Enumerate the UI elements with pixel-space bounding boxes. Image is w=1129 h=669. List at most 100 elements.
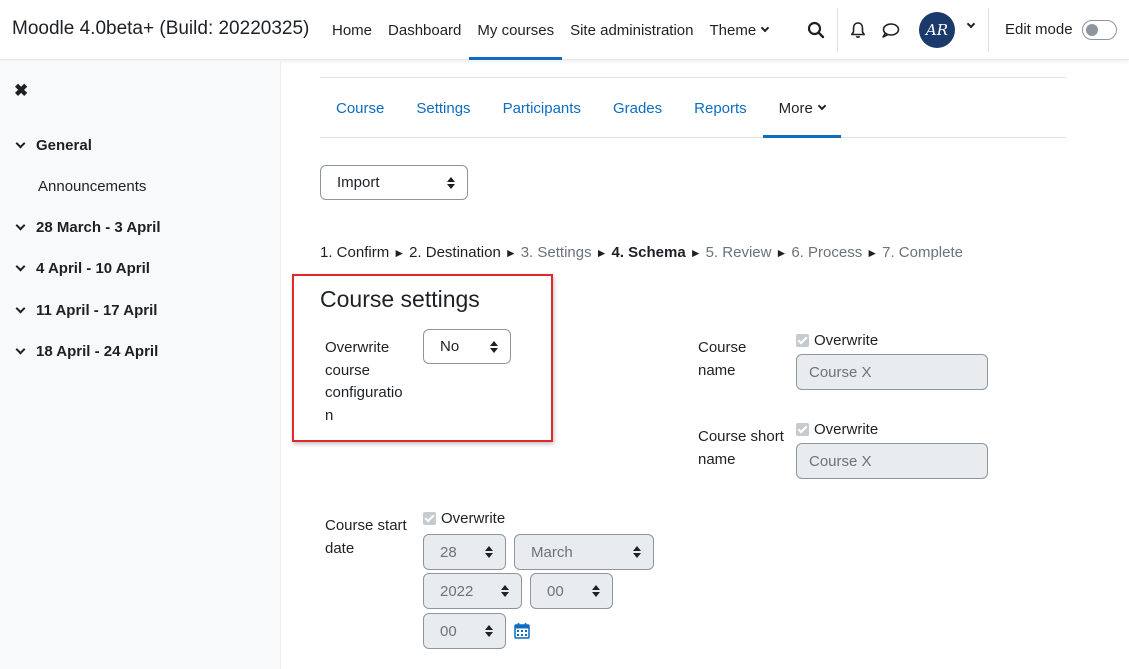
edit-mode-label: Edit mode — [1005, 21, 1073, 38]
chevron-down-icon[interactable] — [15, 344, 26, 354]
edit-mode-toggle[interactable] — [1082, 20, 1117, 40]
label-line: date — [325, 539, 355, 557]
select-arrows-icon — [447, 176, 455, 189]
select-arrows-icon — [485, 625, 493, 637]
start-year-select[interactable]: 2022 — [423, 573, 522, 609]
chevron-down-icon[interactable] — [15, 303, 26, 313]
chevron-down-icon[interactable] — [15, 138, 26, 148]
step-destination: 2. Destination — [409, 244, 501, 261]
course-name-input[interactable]: Course X — [796, 354, 988, 390]
tab-grades[interactable]: Grades — [597, 78, 678, 138]
label-line: n — [325, 406, 334, 424]
step-arrow-icon: ► — [595, 245, 608, 260]
top-navbar: Moodle 4.0beta+ (Build: 20220325) Home D… — [0, 0, 1129, 60]
label-line: Overwrite — [325, 339, 390, 356]
label-line: Course start — [325, 517, 407, 534]
step-arrow-icon: ► — [504, 245, 517, 260]
nav-dashboard[interactable]: Dashboard — [380, 0, 469, 60]
chevron-down-icon[interactable] — [15, 220, 26, 230]
nav-theme-label: Theme — [709, 21, 757, 39]
step-arrow-icon: ► — [866, 245, 879, 260]
search-icon[interactable] — [806, 20, 826, 40]
select-arrows-icon — [633, 546, 641, 558]
action-select-value: Import — [337, 174, 380, 191]
secondary-navigation: Course Settings Participants Grades Repo… — [320, 78, 1066, 138]
chevron-down-icon — [817, 101, 827, 111]
step-confirm: 1. Confirm — [320, 244, 390, 261]
tab-more-label: More — [778, 99, 813, 117]
chevron-down-icon[interactable] — [15, 261, 26, 271]
start-minute-value: 00 — [440, 622, 457, 640]
nav-site-administration[interactable]: Site administration — [562, 0, 701, 60]
course-name-overwrite-checkbox[interactable]: Overwrite — [796, 332, 878, 349]
nav-theme[interactable]: Theme — [702, 0, 777, 60]
label-line: Course — [698, 339, 747, 356]
drawer-section-label: 4 April - 10 April — [36, 260, 150, 277]
label-line: name — [698, 361, 736, 379]
overwrite-config-select[interactable]: No — [423, 329, 511, 364]
step-process: 6. Process — [791, 244, 863, 261]
course-short-name-label: Course short name — [698, 426, 784, 471]
tab-participants[interactable]: Participants — [487, 78, 597, 138]
checkbox-checked-icon — [796, 334, 809, 347]
tab-reports[interactable]: Reports — [678, 78, 763, 138]
message-icon[interactable] — [880, 20, 900, 40]
select-arrows-icon — [485, 546, 493, 558]
drawer-item-announcements[interactable]: Announcements — [38, 178, 146, 195]
course-name-label: Course name — [698, 337, 746, 382]
drawer-section-week-4[interactable]: 18 April - 24 April — [15, 343, 158, 360]
drawer-section-label: General — [36, 137, 92, 154]
label-line: name — [698, 450, 736, 468]
course-start-date-overwrite-checkbox[interactable]: Overwrite — [423, 510, 505, 527]
course-short-name-overwrite-checkbox[interactable]: Overwrite — [796, 421, 878, 438]
chevron-down-icon — [760, 23, 770, 33]
label-line: course — [325, 361, 371, 379]
course-start-date-label: Course start date — [325, 515, 407, 560]
site-brand[interactable]: Moodle 4.0beta+ (Build: 20220325) — [12, 18, 309, 40]
step-arrow-icon: ► — [689, 245, 702, 260]
drawer-section-general[interactable]: General — [15, 137, 92, 154]
checkbox-label: Overwrite — [441, 510, 506, 527]
course-index-drawer: ✖ General Announcements 28 March - 3 Apr… — [0, 61, 281, 669]
tab-more[interactable]: More — [762, 78, 841, 138]
course-short-name-value: Course X — [809, 452, 872, 470]
tab-settings[interactable]: Settings — [400, 78, 486, 138]
select-arrows-icon — [592, 585, 600, 597]
start-hour-value: 00 — [547, 582, 564, 600]
label-line: configuratio — [325, 384, 403, 401]
drawer-section-week-2[interactable]: 4 April - 10 April — [15, 260, 150, 277]
action-select[interactable]: Import — [320, 165, 468, 200]
overwrite-config-value: No — [440, 338, 460, 355]
course-name-value: Course X — [809, 363, 872, 381]
start-day-select[interactable]: 28 — [423, 534, 506, 570]
toggle-knob — [1086, 24, 1098, 36]
avatar-initials: AR — [925, 21, 949, 39]
chevron-down-icon[interactable] — [966, 19, 976, 29]
nav-my-courses[interactable]: My courses — [469, 0, 563, 60]
step-arrow-icon: ► — [393, 245, 406, 260]
user-avatar[interactable]: AR — [919, 12, 955, 48]
checkbox-checked-icon — [423, 512, 436, 525]
start-hour-select[interactable]: 00 — [530, 573, 613, 609]
label-line: Course short — [698, 428, 784, 445]
drawer-section-week-3[interactable]: 11 April - 17 April — [15, 302, 157, 319]
calendar-icon[interactable] — [514, 622, 530, 639]
step-schema: 4. Schema — [611, 244, 686, 261]
course-short-name-input[interactable]: Course X — [796, 443, 988, 479]
select-arrows-icon — [490, 340, 498, 353]
close-drawer-icon[interactable]: ✖ — [14, 81, 28, 101]
nav-home[interactable]: Home — [324, 0, 380, 60]
bell-icon[interactable] — [848, 20, 868, 40]
start-year-value: 2022 — [440, 582, 474, 600]
navbar-divider — [988, 8, 989, 52]
step-review: 5. Review — [705, 244, 772, 261]
step-complete: 7. Complete — [882, 244, 963, 261]
tab-course[interactable]: Course — [320, 78, 400, 138]
start-month-select[interactable]: March — [514, 534, 654, 570]
drawer-section-week-1[interactable]: 28 March - 3 April — [15, 219, 161, 236]
step-arrow-icon: ► — [775, 245, 788, 260]
primary-navigation: Home Dashboard My courses Site administr… — [324, 0, 776, 60]
import-steps: 1. Confirm ► 2. Destination ► 3. Settings ►… — [320, 244, 963, 261]
drawer-section-label: 28 March - 3 April — [36, 219, 161, 236]
start-minute-select[interactable]: 00 — [423, 613, 506, 649]
